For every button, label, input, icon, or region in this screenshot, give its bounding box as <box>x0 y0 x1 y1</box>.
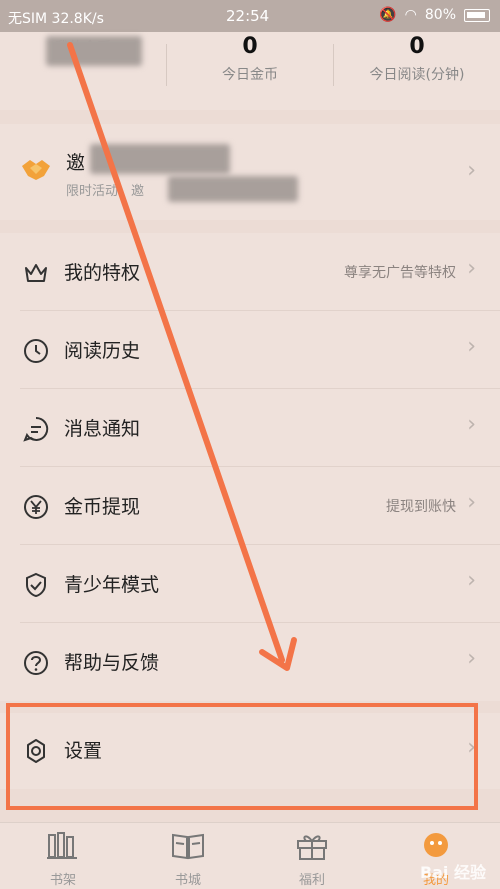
yen-coin-icon <box>24 495 48 519</box>
chevron-right-icon: › <box>467 412 476 437</box>
mute-icon: 🔕 <box>379 7 397 23</box>
settings-highlight-box <box>6 703 478 810</box>
stat-my-coins[interactable]: 我的金币 <box>0 32 166 110</box>
stat-value: 0 <box>242 34 258 59</box>
clock-icon <box>24 339 48 363</box>
menu-item-label: 阅读历史 <box>64 340 141 362</box>
menu-item-help-feedback[interactable]: 帮助与反馈 › <box>0 623 500 701</box>
menu-list: 我的特权 尊享无广告等特权 › 阅读历史 › 消息通知 › 金币提现 提现到账快… <box>0 233 500 701</box>
redacted-value <box>46 36 142 66</box>
bookshelf-icon <box>47 832 77 859</box>
clock-time: 22:54 <box>226 7 270 25</box>
menu-item-label: 帮助与反馈 <box>64 652 160 674</box>
chevron-right-icon: › <box>467 158 476 183</box>
chevron-right-icon: › <box>467 568 476 593</box>
stat-today-coins[interactable]: 0 今日金币 <box>167 32 333 110</box>
menu-item-label: 我的特权 <box>64 262 141 284</box>
stat-today-reading[interactable]: 0 今日阅读(分钟) <box>334 32 500 110</box>
chevron-right-icon: › <box>467 334 476 359</box>
menu-item-hint: 提现到账快 <box>386 499 456 515</box>
tab-label: 福利 <box>298 873 325 888</box>
stats-panel: 我的金币 0 今日金币 0 今日阅读(分钟) <box>0 32 500 110</box>
chevron-right-icon: › <box>467 490 476 515</box>
redacted-text <box>168 176 298 202</box>
chevron-right-icon: › <box>467 256 476 281</box>
menu-item-notifications[interactable]: 消息通知 › <box>0 389 500 467</box>
menu-item-privileges[interactable]: 我的特权 尊享无广告等特权 › <box>0 233 500 311</box>
stat-label: 今日阅读(分钟) <box>369 67 465 83</box>
menu-item-label: 青少年模式 <box>64 574 160 596</box>
tab-welfare[interactable]: 福利 <box>272 831 352 888</box>
menu-item-hint: 尊享无广告等特权 <box>344 265 456 281</box>
tab-bookstore[interactable]: 书城 <box>148 831 228 888</box>
book-icon <box>172 833 204 860</box>
status-bar: 无SIM 32.8K/s 22:54 🔕 ◠ 80% <box>0 0 500 32</box>
invite-title: 邀 <box>66 152 86 174</box>
menu-item-label: 消息通知 <box>64 418 141 440</box>
wifi-icon: ◠ <box>404 7 417 23</box>
menu-item-label: 金币提现 <box>64 496 141 518</box>
shield-check-icon <box>26 572 46 598</box>
menu-item-reading-history[interactable]: 阅读历史 › <box>0 311 500 389</box>
invite-subtitle: 限时活动，邀 <box>66 184 145 199</box>
stat-label: 今日金币 <box>222 67 278 83</box>
tab-label: 书架 <box>49 873 76 888</box>
stat-value: 0 <box>409 34 425 59</box>
crown-icon <box>25 264 47 282</box>
chevron-right-icon: › <box>467 646 476 671</box>
carrier-text: 无SIM 32.8K/s <box>8 11 104 27</box>
invite-banner[interactable]: 邀 限时活动，邀 › <box>0 124 500 220</box>
battery-percent: 80% <box>424 7 456 23</box>
menu-item-withdraw[interactable]: 金币提现 提现到账快 › <box>0 467 500 545</box>
battery-icon <box>464 8 490 22</box>
tab-label: 书城 <box>174 873 201 888</box>
help-icon <box>24 651 48 675</box>
redacted-text <box>90 144 230 174</box>
status-icons: 🔕 ◠ 80% <box>379 7 490 23</box>
profile-icon <box>424 833 448 857</box>
watermark-text: Bai 经验 <box>419 863 486 882</box>
tab-bookshelf[interactable]: 书架 <box>23 831 103 888</box>
message-icon <box>23 416 49 442</box>
menu-item-teen-mode[interactable]: 青少年模式 › <box>0 545 500 623</box>
handshake-icon <box>22 160 50 180</box>
gift-icon <box>297 835 327 860</box>
